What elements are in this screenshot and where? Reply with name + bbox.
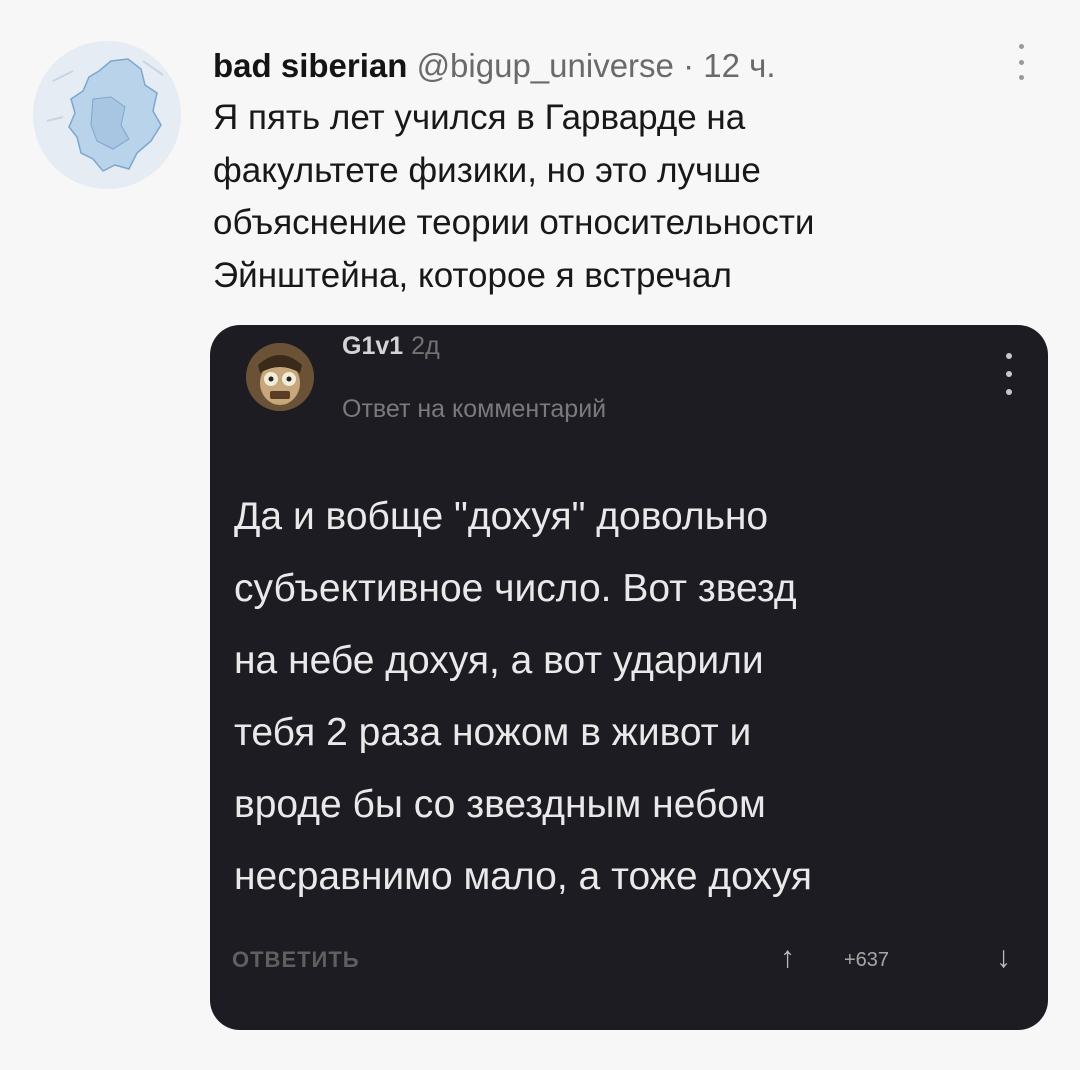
comment-line: субъективное число. Вот звезд — [234, 567, 797, 610]
comment-avatar — [246, 343, 314, 411]
comment-author-name[interactable]: G1v1 — [342, 332, 403, 360]
tweet-text-line: объяснение теории относительности — [213, 203, 815, 242]
separator: · — [683, 47, 695, 84]
username[interactable]: bad siberian — [213, 47, 407, 84]
tweet-text-line: Я пять лет учился в Гарварде на — [213, 98, 746, 137]
comment-line: Да и вобще "дохуя" довольно — [234, 495, 769, 538]
comment-line: на небе дохуя, а вот ударили — [234, 639, 764, 682]
arrow-down-icon[interactable]: ↓ — [996, 943, 1011, 973]
comment-author[interactable]: G1v1 2д — [342, 332, 440, 361]
reply-button[interactable]: ОТВЕТИТЬ — [232, 947, 360, 973]
comment-body: Да и вобще "дохуя" довольно субъективное… — [234, 481, 1034, 913]
tweet-header: bad siberian @bigup_universe · 12 ч. — [213, 44, 776, 88]
tweet-text-line: факультете физики, но это лучше — [213, 150, 761, 190]
arrow-up-icon[interactable]: ↑ — [780, 943, 795, 973]
user-handle[interactable]: @bigup_universe — [417, 47, 674, 84]
comment-time: 2д — [411, 332, 440, 360]
reply-to-label[interactable]: Ответ на комментарий — [342, 395, 606, 424]
timestamp[interactable]: 12 ч. — [703, 47, 775, 84]
comment-line: несравнимо мало, а тоже дохуя — [234, 855, 813, 898]
siberia-map-icon — [33, 41, 181, 189]
comment-screenshot[interactable]: G1v1 2д Ответ на комментарий Да и вобще "… — [210, 325, 1048, 1030]
cartoon-face-icon — [246, 343, 314, 411]
avatar[interactable] — [33, 41, 181, 189]
more-vertical-icon[interactable] — [1014, 44, 1028, 80]
tweet-text: Я пять лет учился в Гарварде на факульте… — [213, 92, 1013, 302]
comment-line: тебя 2 раза ножом в живот и — [234, 711, 752, 754]
comment-more-icon[interactable] — [1004, 353, 1014, 395]
comment-line: вроде бы со звездным небом — [234, 783, 766, 826]
tweet-text-line: Эйнштейна, которое я встречал — [213, 255, 732, 295]
vote-score: +637 — [844, 949, 890, 971]
